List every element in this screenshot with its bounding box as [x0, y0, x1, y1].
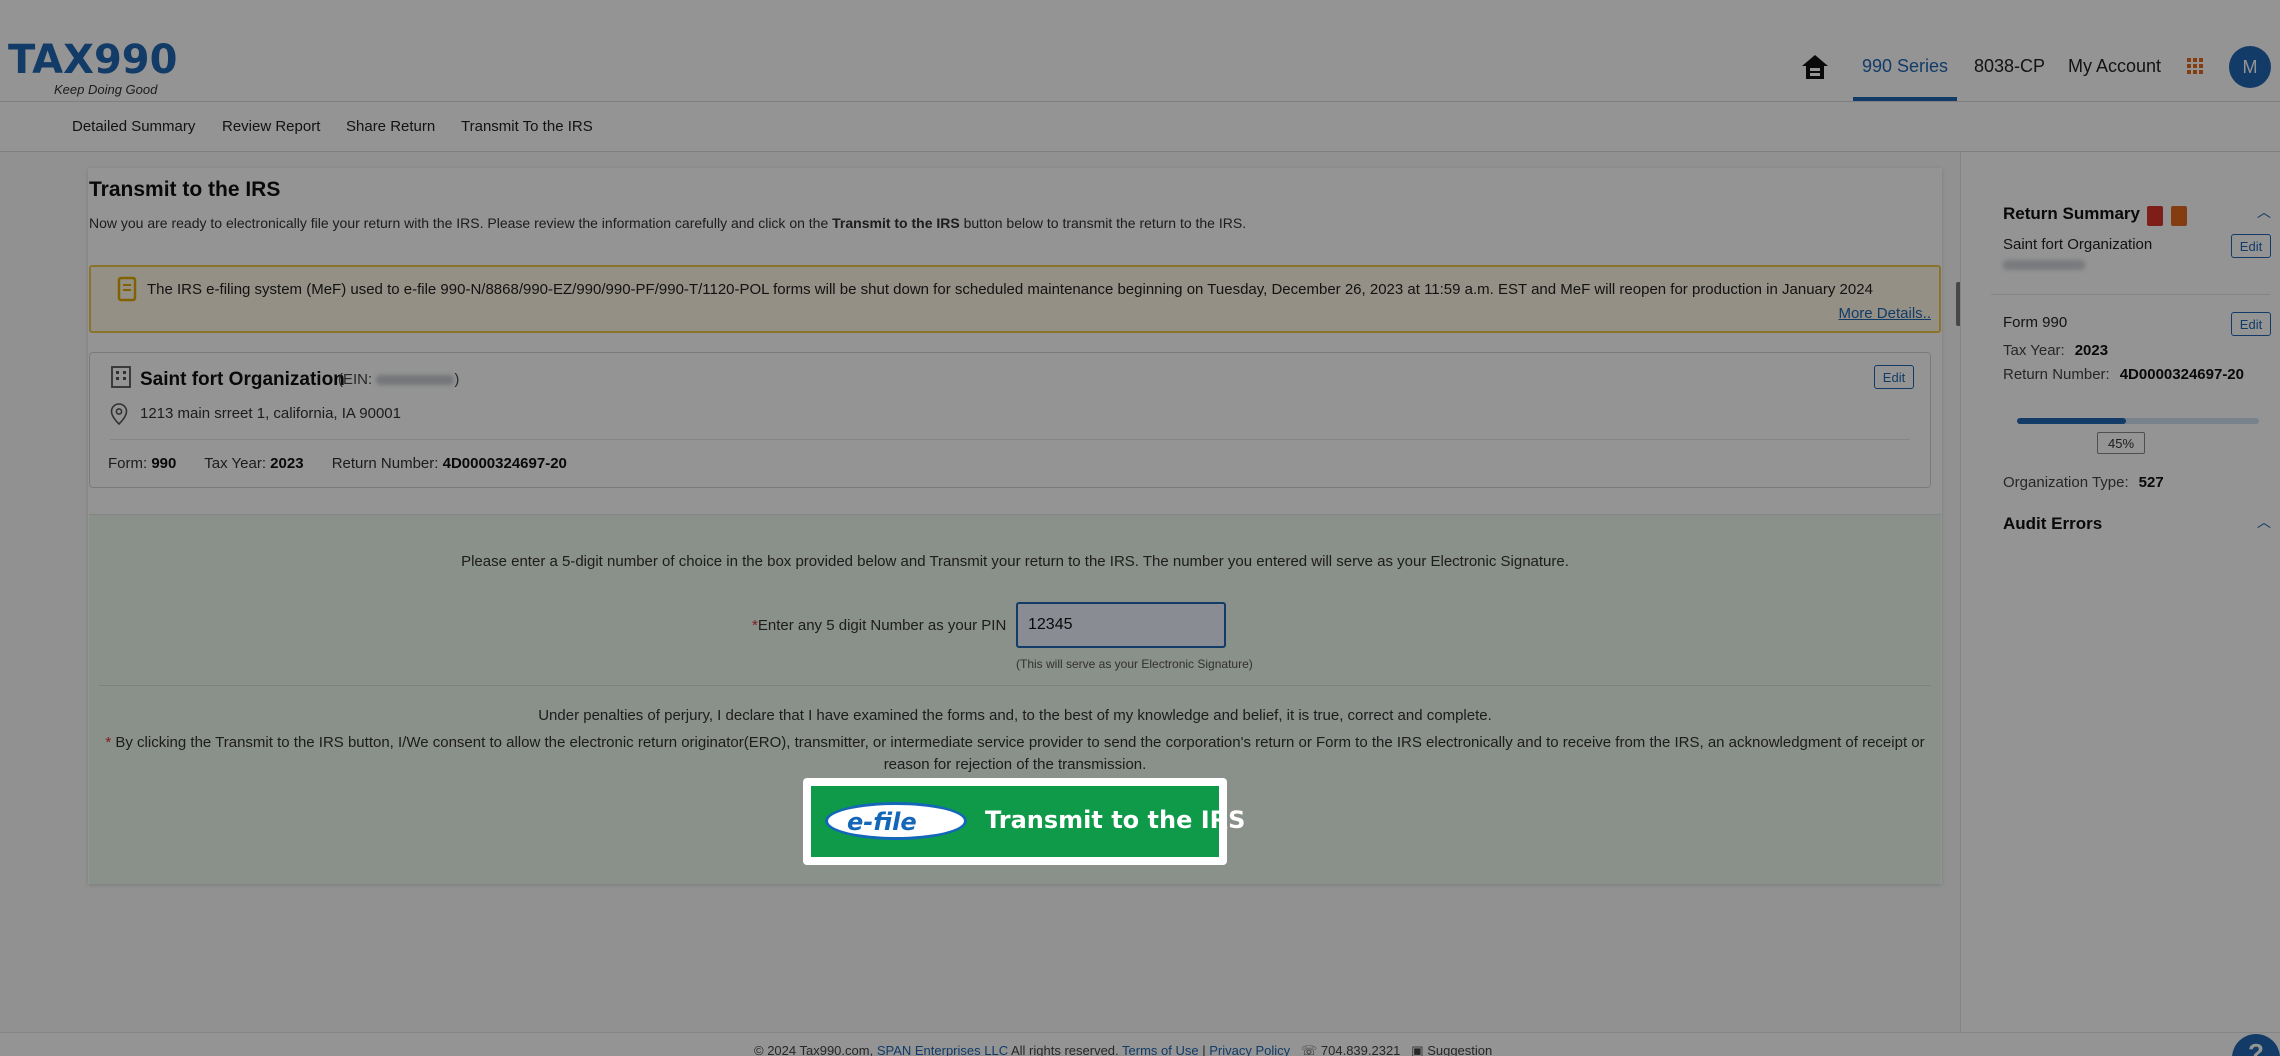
footer-text: © 2024 Tax990.com, SPAN Enterprises LLC … — [754, 1043, 1493, 1056]
maintenance-alert: The IRS e-filing system (MeF) used to e-… — [89, 265, 1941, 333]
consent-statement: * By clicking the Transmit to the IRS bu… — [99, 732, 1931, 776]
document-icon[interactable] — [2171, 206, 2187, 226]
ein-blurred — [376, 375, 455, 386]
sidebar-org-edit-button[interactable]: Edit — [2231, 234, 2271, 258]
pin-divider — [99, 685, 1931, 686]
sidebar-tax-year-label: Tax Year: — [2003, 342, 2065, 359]
page-description: Now you are ready to electronically file… — [89, 215, 1246, 231]
return-summary-sidebar: Return Summary ︿ Saint fort Organization… — [1960, 152, 2280, 1032]
form-value: 990 — [151, 455, 177, 472]
scroll-notice-icon — [117, 276, 137, 302]
sidebar-tax-year: Tax Year: 2023 — [2003, 342, 2108, 359]
page-title: Transmit to the IRS — [89, 178, 281, 201]
active-nav-underline — [1853, 97, 1957, 101]
efile-logo-text: e-file — [847, 808, 917, 836]
progress-fill — [2017, 418, 2126, 424]
suggestion-icon: ▣ — [1411, 1043, 1424, 1056]
footer-terms-link[interactable]: Terms of Use — [1122, 1043, 1199, 1056]
sidebar-form-edit-button[interactable]: Edit — [2231, 312, 2271, 336]
ein-prefix: (EIN: — [338, 371, 373, 388]
return-summary-title: Return Summary — [2003, 204, 2140, 223]
tax-year-label: Tax Year: — [204, 455, 266, 472]
subnav-share-return[interactable]: Share Return — [346, 118, 435, 135]
audit-errors-title: Audit Errors — [2003, 514, 2103, 533]
sidebar-return-number: Return Number: 4D0000324697-20 — [2003, 366, 2244, 383]
avatar[interactable]: M — [2229, 46, 2271, 88]
location-pin-icon — [110, 403, 128, 425]
footer-company-link[interactable]: SPAN Enterprises LLC — [877, 1043, 1008, 1056]
tax-year-value: 2023 — [270, 455, 304, 472]
footer: © 2024 Tax990.com, SPAN Enterprises LLC … — [0, 1032, 2280, 1056]
progress-label: 45% — [2097, 432, 2145, 454]
footer-rights: All rights reserved. — [1011, 1043, 1119, 1056]
desc-text-end: button below to transmit the return to t… — [959, 215, 1247, 231]
sidebar-divider — [1991, 294, 2270, 295]
phone-icon: ☏ — [1301, 1043, 1318, 1056]
logo[interactable]: TAX990 Keep Doing Good — [8, 37, 178, 97]
sub-navigation: Detailed Summary Review Report Share Ret… — [0, 102, 2280, 152]
sidebar-return-label: Return Number: — [2003, 366, 2110, 383]
sidebar-org-type: Organization Type: 527 — [2003, 474, 2164, 491]
sidebar-tax-year-value: 2023 — [2074, 342, 2109, 359]
org-meta: Form: 990 Tax Year: 2023 Return Number: … — [108, 455, 591, 472]
logo-tagline: Keep Doing Good — [54, 82, 158, 97]
nav-8038-cp[interactable]: 8038-CP — [1974, 56, 2045, 77]
footer-phone: 704.839.2321 — [1320, 1043, 1401, 1056]
nav-my-account[interactable]: My Account — [2068, 56, 2161, 77]
org-name: Saint fort Organization — [140, 369, 345, 390]
org-ein: (EIN: ) — [338, 371, 459, 388]
alert-text: The IRS e-filing system (MeF) used to e-… — [147, 281, 1873, 298]
subnav-transmit-to-irs[interactable]: Transmit To the IRS — [461, 118, 593, 135]
transmit-button-label: Transmit to the IRS — [985, 806, 1246, 834]
sidebar-org-name: Saint fort Organization — [2003, 236, 2153, 253]
pin-intro: Please enter a 5-digit number of choice … — [461, 553, 1569, 570]
sidebar-form: Form 990 — [2003, 314, 2068, 331]
audit-chevron-up-icon[interactable]: ︿ — [2257, 512, 2271, 532]
ein-suffix: ) — [454, 371, 460, 388]
footer-copyright: © 2024 Tax990.com, — [754, 1043, 874, 1056]
progress-track — [2017, 418, 2259, 424]
footer-suggestion[interactable]: Suggestion — [1427, 1043, 1492, 1056]
sidebar-org-type-label: Organization Type: — [2003, 474, 2129, 491]
form-label: Form: — [108, 455, 148, 472]
org-address: 1213 main srreet 1, california, IA 90001 — [140, 405, 401, 422]
nav-990-series[interactable]: 990 Series — [1862, 56, 1948, 77]
apps-grid-icon[interactable] — [2187, 58, 2203, 74]
consent-text: By clicking the Transmit to the IRS butt… — [115, 734, 1925, 773]
more-details-link[interactable]: More Details.. — [1838, 305, 1931, 322]
chevron-up-icon[interactable]: ︿ — [2257, 202, 2271, 222]
logo-text: TAX990 — [8, 37, 178, 83]
pin-label-text: Enter any 5 digit Number as your PIN — [757, 617, 1007, 634]
consent-required-mark: * — [105, 734, 112, 751]
home-icon[interactable] — [1800, 52, 1830, 82]
pin-label: *Enter any 5 digit Number as your PIN — [752, 617, 1006, 634]
org-edit-button[interactable]: Edit — [1874, 365, 1914, 389]
sidebar-org-type-value: 527 — [2138, 474, 2164, 491]
org-divider — [110, 439, 1910, 440]
transmit-to-irs-button[interactable]: e-file Transmit to the IRS — [811, 786, 1245, 857]
footer-privacy-link[interactable]: Privacy Policy — [1209, 1043, 1290, 1056]
top-header: TAX990 Keep Doing Good 990 Series 8038-C… — [0, 0, 2280, 102]
sidebar-return-value: 4D0000324697-20 — [2119, 366, 2244, 383]
pdf-icon[interactable] — [2147, 206, 2163, 226]
desc-bold: Transmit to the IRS — [832, 215, 960, 231]
building-icon — [111, 366, 131, 388]
perjury-statement: Under penalties of perjury, I declare th… — [538, 707, 1492, 724]
return-number-value: 4D0000324697-20 — [442, 455, 567, 472]
transmit-highlight: e-file Transmit to the IRS — [803, 778, 1245, 865]
subnav-detailed-summary[interactable]: Detailed Summary — [72, 118, 195, 135]
subnav-review-report[interactable]: Review Report — [222, 118, 320, 135]
pin-input[interactable] — [1016, 602, 1226, 648]
organization-card: Saint fort Organization (EIN: ) Edit 121… — [89, 352, 1931, 488]
pin-hint: (This will serve as your Electronic Sign… — [1016, 657, 1253, 671]
sidebar-ein-blurred — [2003, 260, 2085, 270]
return-number-label: Return Number: — [331, 455, 439, 472]
desc-text: Now you are ready to electronically file… — [89, 215, 833, 231]
